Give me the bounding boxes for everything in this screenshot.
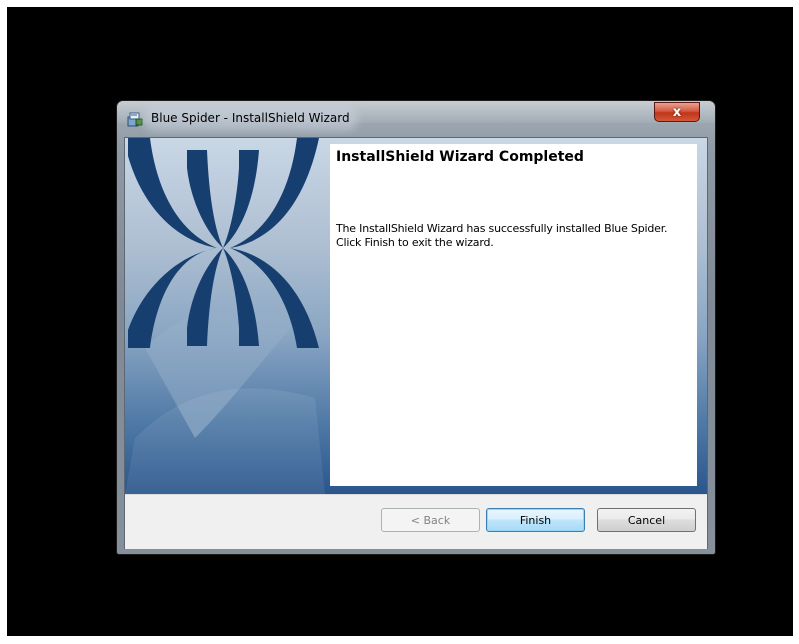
- completion-message: The InstallShield Wizard has successfull…: [336, 222, 694, 250]
- installshield-wizard-window: Blue Spider - InstallShield Wizard x Ins…: [116, 100, 716, 555]
- close-icon: x: [672, 104, 682, 120]
- button-bar: < Back Finish Cancel: [125, 494, 707, 549]
- desktop-background: Blue Spider - InstallShield Wizard x Ins…: [7, 7, 793, 636]
- finish-button[interactable]: Finish: [486, 508, 585, 532]
- installer-package-icon: [127, 112, 143, 127]
- wizard-banner: InstallShield Wizard Completed The Insta…: [125, 138, 707, 494]
- message-line-1: The InstallShield Wizard has successfull…: [336, 222, 668, 235]
- window-title: Blue Spider - InstallShield Wizard: [149, 111, 352, 125]
- cancel-button[interactable]: Cancel: [597, 508, 696, 532]
- back-button[interactable]: < Back: [381, 508, 480, 532]
- close-button[interactable]: x: [654, 102, 700, 122]
- installshield-logo-art: [125, 138, 325, 494]
- title-bar[interactable]: Blue Spider - InstallShield Wizard x: [117, 101, 715, 131]
- completion-content-panel: InstallShield Wizard Completed The Insta…: [330, 144, 697, 486]
- wizard-client-area: InstallShield Wizard Completed The Insta…: [124, 137, 708, 549]
- page-title: InstallShield Wizard Completed: [336, 149, 584, 165]
- message-line-2: Click Finish to exit the wizard.: [336, 236, 494, 249]
